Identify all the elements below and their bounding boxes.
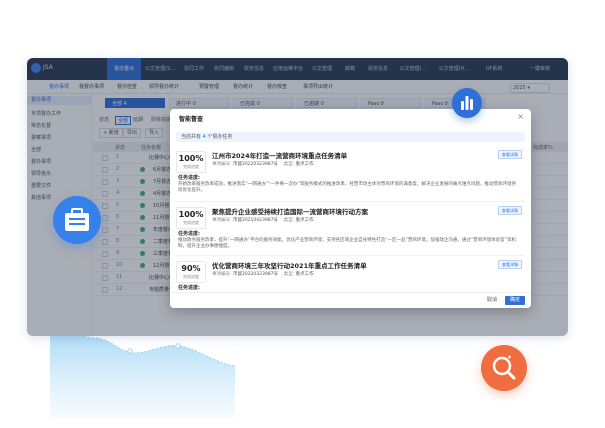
progress-section-label: 任务进度: — [178, 175, 200, 181]
task-meta: 事项编号: 市督20220323987号 类型: 重点工作 — [212, 271, 314, 277]
task-description: 开始改革服务改革成效，推进落实“一网通办”“一件事一次办”等服务模式的推进改革，… — [178, 182, 516, 193]
progress-box: 90% 完成进度 — [176, 261, 206, 283]
task-card: 100% 完成进度 聚焦提升企业感受持续打造国际一流营商环境行动方案 事项编号:… — [176, 203, 525, 256]
meta-type: 重点工作 — [295, 272, 314, 277]
search-icon — [481, 345, 527, 391]
cancel-button[interactable]: 取消 — [483, 296, 501, 305]
task-meta: 事项编号: 市督20220323987号 类型: 重点工作 — [212, 161, 314, 167]
meta-no-label: 事项编号: — [212, 162, 232, 167]
progress-percent: 100% — [178, 210, 204, 219]
task-card: 100% 完成进度 江州市2024年打造一流营商环境重点任务清单 事项编号: 市… — [176, 147, 525, 202]
progress-label: 完成进度 — [183, 164, 199, 169]
task-description: 推动政务服务改革，提升“一网通办”平台的服务效能。优化产业营商环境，支持各区域企… — [178, 238, 516, 249]
summary-count: 4 — [202, 134, 206, 140]
progress-percent: 90% — [181, 264, 201, 273]
meta-type: 重点工作 — [295, 162, 314, 167]
progress-box: 100% 完成进度 — [176, 207, 206, 229]
meta-no: 市督20220323987号 — [232, 272, 278, 277]
briefcase-icon — [53, 196, 101, 244]
progress-section-label: 任务进度: — [178, 231, 200, 237]
meta-no: 市督20210423987号 — [232, 218, 278, 223]
modal-title: 智能督查 — [179, 116, 204, 123]
meta-type-label: 类型: — [283, 272, 295, 277]
task-card: 90% 完成进度 优化营商环境三年攻坚行动2021年重点工作任务清单 事项编号:… — [176, 257, 525, 293]
meta-type: 重点工作 — [295, 218, 314, 223]
summary-suffix: 个督办任务 — [207, 134, 233, 140]
progress-box: 100% 完成进度 — [176, 151, 206, 173]
view-detail-button[interactable]: 查看详情 — [498, 260, 522, 269]
modal-footer: 取消 确定 — [170, 292, 531, 308]
view-detail-button[interactable]: 查看详情 — [498, 206, 522, 215]
meta-no: 市督20220323987号 — [232, 162, 278, 167]
progress-percent: 100% — [178, 154, 204, 163]
modal-summary: 当前共有 4 个督办任务 — [176, 132, 525, 142]
progress-label: 完成进度 — [183, 220, 199, 225]
smart-review-modal: 智能督查 × 当前共有 4 个督办任务 100% 完成进度 江州市2024年打造… — [170, 109, 531, 308]
progress-section-label: 任务进度: — [178, 285, 200, 291]
view-detail-button[interactable]: 查看详情 — [498, 150, 522, 159]
meta-type-label: 类型: — [283, 162, 295, 167]
close-icon[interactable]: × — [517, 112, 524, 122]
meta-no-label: 事项编号: — [212, 272, 232, 277]
meta-no-label: 事项编号: — [212, 218, 232, 223]
bar-chart-icon — [452, 88, 482, 118]
task-title[interactable]: 聚焦提升企业感受持续打造国际一流营商环境行动方案 — [212, 206, 368, 216]
task-meta: 事项编号: 市督20210423987号 类型: 重点工作 — [212, 217, 314, 223]
task-title[interactable]: 江州市2024年打造一流营商环境重点任务清单 — [212, 150, 347, 160]
summary-prefix: 当前共有 — [181, 134, 202, 140]
confirm-button[interactable]: 确定 — [504, 296, 525, 305]
task-title[interactable]: 优化营商环境三年攻坚行动2021年重点工作任务清单 — [212, 260, 367, 270]
progress-label: 完成进度 — [183, 274, 199, 279]
meta-type-label: 类型: — [283, 218, 295, 223]
